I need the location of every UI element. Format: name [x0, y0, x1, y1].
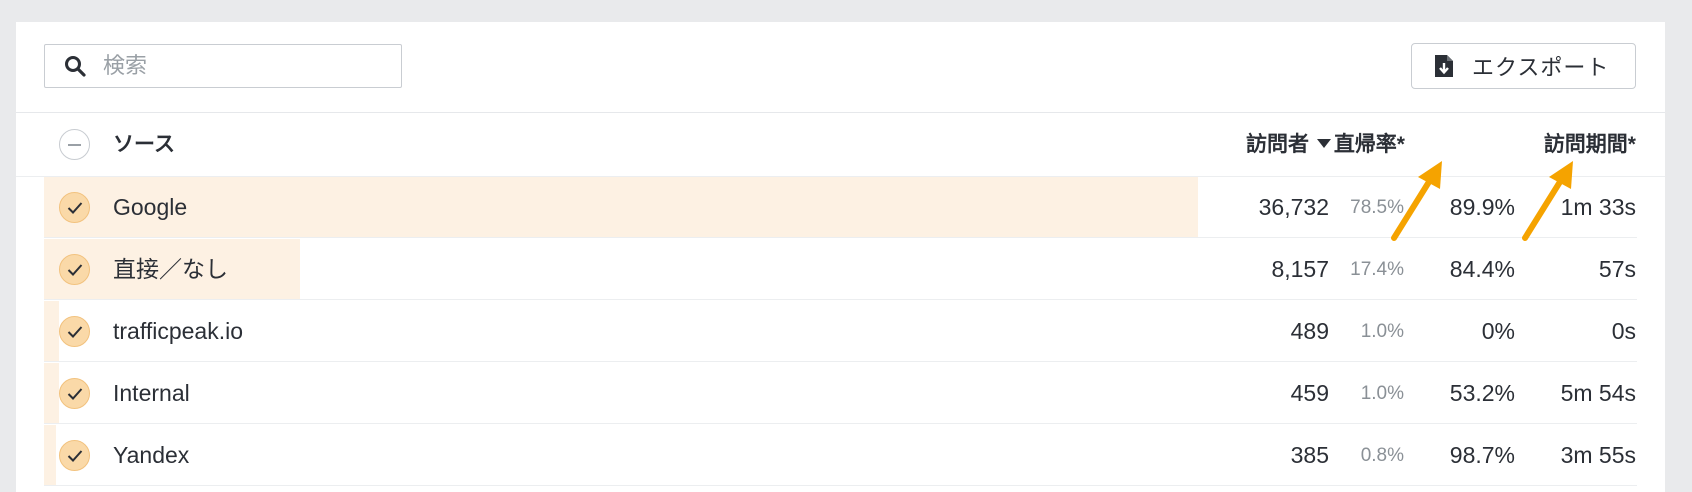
toolbar: エクスポート	[16, 22, 1665, 113]
visitors-percent: 1.0%	[1360, 321, 1404, 342]
visitors-percent: 17.4%	[1350, 259, 1404, 280]
check-icon	[67, 388, 83, 400]
search-icon	[65, 56, 86, 77]
row-checkbox[interactable]	[59, 254, 90, 285]
table-row[interactable]: Yandex 385 0.8% 98.7% 3m 55s	[16, 425, 1665, 486]
check-icon	[67, 264, 83, 276]
export-button[interactable]: エクスポート	[1411, 43, 1636, 89]
share-bar	[44, 425, 56, 486]
row-checkbox[interactable]	[59, 316, 90, 347]
row-checkbox[interactable]	[59, 440, 90, 471]
file-download-icon	[1435, 55, 1453, 77]
visitors-count: 36,732	[1258, 194, 1329, 220]
check-icon	[67, 326, 83, 338]
visit-duration: 5m 54s	[1560, 380, 1636, 406]
bounce-rate: 98.7%	[1449, 442, 1515, 468]
row-checkbox[interactable]	[59, 378, 90, 409]
sources-panel: エクスポート ソース 訪問者 直帰率* 訪問期間* Google 36,732 …	[16, 22, 1665, 492]
share-bar	[44, 301, 59, 362]
visitors-count: 385	[1290, 442, 1329, 468]
source-name[interactable]: 直接／なし	[113, 239, 228, 300]
visit-duration: 57s	[1598, 256, 1636, 282]
search-input[interactable]	[101, 52, 345, 80]
share-bar	[44, 177, 1198, 238]
table-row[interactable]: Internal 459 1.0% 53.2% 5m 54s	[16, 363, 1665, 424]
table-row[interactable]: trafficpeak.io 489 1.0% 0% 0s	[16, 301, 1665, 362]
source-name[interactable]: Google	[113, 177, 187, 238]
row-checkbox[interactable]	[59, 192, 90, 223]
search-box[interactable]	[44, 44, 402, 88]
source-name[interactable]: trafficpeak.io	[113, 301, 243, 362]
visitors-percent: 1.0%	[1360, 383, 1404, 404]
check-icon	[67, 202, 83, 214]
visit-duration: 0s	[1611, 318, 1636, 344]
source-name[interactable]: Yandex	[113, 425, 189, 486]
annotation-arrow-duration	[1522, 161, 1573, 241]
source-name[interactable]: Internal	[113, 363, 190, 424]
bounce-rate: 84.4%	[1449, 256, 1515, 282]
table-row[interactable]: 直接／なし 8,157 17.4% 84.4% 57s	[16, 239, 1665, 300]
bounce-rate: 0%	[1481, 318, 1515, 344]
export-label: エクスポート	[1472, 55, 1610, 80]
annotation-arrow-bounce	[1391, 161, 1442, 241]
visitors-count: 8,157	[1271, 256, 1329, 282]
visitors-count: 459	[1290, 380, 1329, 406]
bounce-rate: 53.2%	[1449, 380, 1515, 406]
visitors-count: 489	[1290, 318, 1329, 344]
visit-duration: 3m 55s	[1560, 442, 1636, 468]
check-icon	[67, 450, 83, 462]
select-all-toggle[interactable]	[59, 129, 90, 160]
visitors-percent: 0.8%	[1360, 445, 1404, 466]
column-header-source: ソース	[113, 133, 175, 156]
share-bar	[44, 363, 59, 424]
